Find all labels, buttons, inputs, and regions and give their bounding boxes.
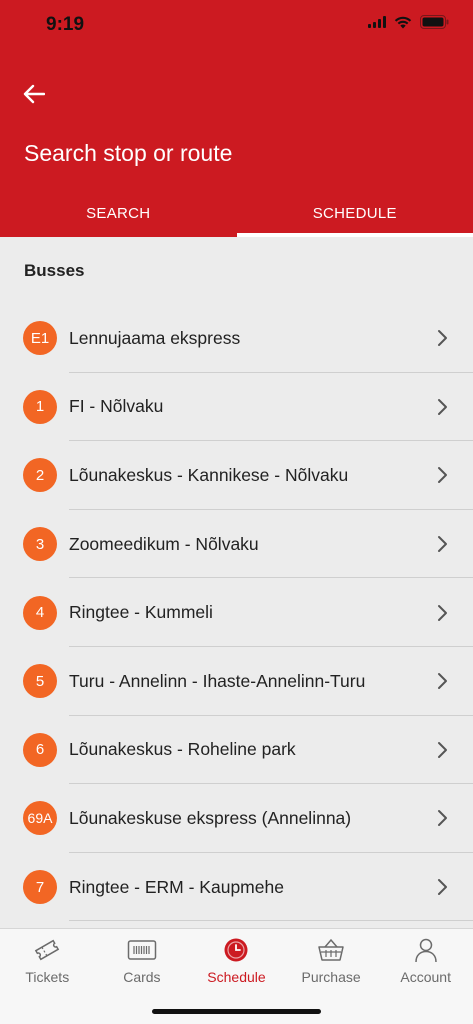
chevron-right-icon — [438, 604, 447, 621]
status-icons — [368, 15, 449, 29]
route-number-badge: 6 — [23, 732, 57, 767]
route-row[interactable]: E1 Lennujaama ekspress — [0, 304, 473, 373]
chevron-right-icon — [438, 741, 447, 758]
tabbar-label: Purchase — [301, 969, 361, 985]
route-row[interactable]: 5 Turu - Annelinn - Ihaste-Annelinn-Turu — [0, 647, 473, 716]
tabbar-item-schedule[interactable]: Schedule — [189, 929, 284, 995]
battery-icon — [420, 15, 449, 29]
wifi-icon — [394, 16, 412, 28]
route-row[interactable]: 1 FI - Nõlvaku — [0, 373, 473, 442]
tabbar-label: Account — [400, 969, 451, 985]
route-name: Zoomeedikum - Nõlvaku — [69, 533, 259, 554]
route-name: Lõunakeskuse ekspress (Annelinna) — [69, 807, 352, 828]
tabbar-label: Cards — [123, 969, 161, 985]
chevron-right-icon — [438, 673, 447, 690]
bottom-tab-bar: Tickets Cards Schedule Purchase Account — [0, 928, 473, 1024]
chevron-right-icon — [438, 467, 447, 484]
cellular-signal-icon — [368, 16, 386, 28]
tab-search[interactable]: SEARCH — [0, 190, 237, 237]
chevron-right-icon — [438, 810, 447, 827]
route-name: FI - Nõlvaku — [69, 396, 164, 417]
ticket-icon — [32, 937, 62, 963]
chevron-right-icon — [438, 536, 447, 553]
chevron-right-icon — [438, 330, 447, 347]
tabbar-label: Tickets — [25, 969, 70, 985]
status-time: 9:19 — [46, 14, 85, 35]
route-number-badge: 7 — [23, 870, 57, 905]
route-row[interactable]: 69A Lõunakeskuse ekspress (Annelinna) — [0, 784, 473, 853]
tabbar-item-purchase[interactable]: Purchase — [284, 929, 379, 995]
status-bar: 9:19 — [0, 0, 473, 50]
route-row[interactable]: 4 Ringtee - Kummeli — [0, 578, 473, 647]
section-title-busses: Busses — [24, 261, 85, 280]
tab-bar-top: SEARCH SCHEDULE — [0, 190, 473, 237]
route-number-badge: 69A — [23, 801, 57, 836]
arrow-left-icon — [23, 84, 45, 104]
route-number-badge: 4 — [23, 595, 57, 630]
home-indicator — [152, 1009, 321, 1014]
clock-icon — [221, 937, 251, 963]
route-name: Lennujaama ekspress — [69, 327, 241, 348]
person-icon — [411, 937, 441, 963]
chevron-right-icon — [438, 398, 447, 415]
tabbar-label: Schedule — [207, 969, 266, 985]
app-header: 9:19 Search stop or route SEARCH SCHEDUL… — [0, 0, 473, 237]
route-number-badge: 1 — [23, 389, 57, 424]
tabbar-item-cards[interactable]: Cards — [95, 929, 190, 995]
route-row[interactable]: 7 Ringtee - ERM - Kaupmehe — [0, 853, 473, 922]
route-name: Turu - Annelinn - Ihaste-Annelinn-Turu — [69, 670, 366, 691]
tab-schedule[interactable]: SCHEDULE — [236, 190, 473, 237]
basket-icon — [316, 937, 346, 963]
back-button[interactable] — [18, 78, 50, 110]
tabbar-item-account[interactable]: Account — [378, 929, 473, 995]
tabbar-item-tickets[interactable]: Tickets — [0, 929, 95, 995]
route-row[interactable]: 2 Lõunakeskus - Kannikese - Nõlvaku — [0, 441, 473, 510]
route-name: Lõunakeskus - Kannikese - Nõlvaku — [69, 464, 349, 485]
route-list: E1 Lennujaama ekspress 1 FI - Nõlvaku 2 … — [0, 304, 473, 921]
route-number-badge: 5 — [23, 664, 57, 699]
route-name: Lõunakeskus - Roheline park — [69, 739, 296, 760]
route-number-badge: 2 — [23, 458, 57, 493]
route-row[interactable]: 6 Lõunakeskus - Roheline park — [0, 716, 473, 785]
route-name: Ringtee - ERM - Kaupmehe — [69, 876, 284, 897]
card-icon — [127, 937, 157, 963]
page-title: Search stop or route — [24, 140, 233, 166]
route-number-badge: E1 — [23, 321, 57, 356]
route-number-badge: 3 — [23, 527, 57, 562]
route-name: Ringtee - Kummeli — [69, 602, 213, 623]
route-row[interactable]: 3 Zoomeedikum - Nõlvaku — [0, 510, 473, 579]
chevron-right-icon — [438, 879, 447, 896]
